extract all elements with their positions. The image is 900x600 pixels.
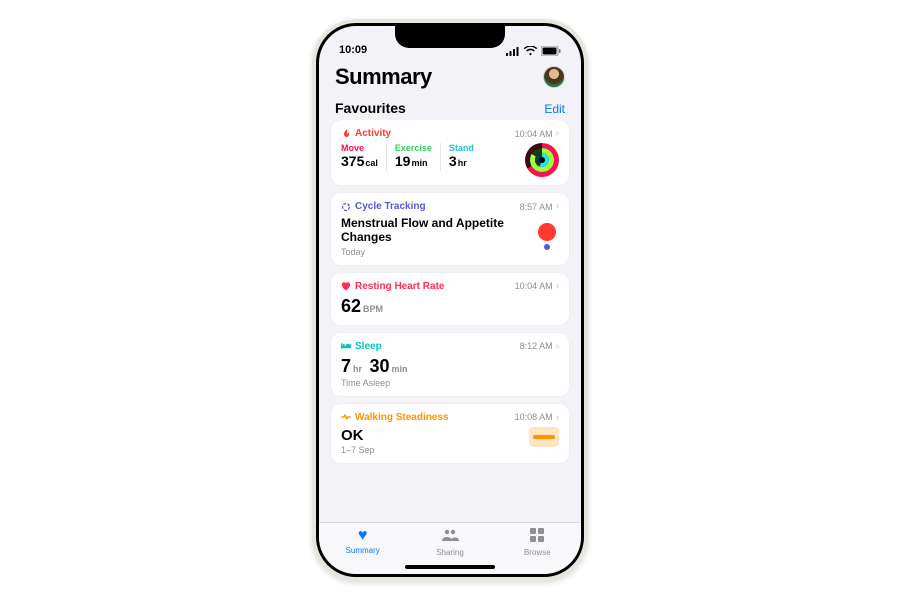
battery-icon (541, 46, 561, 56)
activity-card[interactable]: Activity 10:04 AM› Move 375cal Exercise (331, 120, 569, 185)
status-time: 10:09 (339, 44, 367, 56)
cycle-icon (341, 202, 351, 212)
bed-icon (341, 341, 351, 351)
chevron-right-icon: › (556, 201, 559, 212)
walk-time: 10:08 AM (515, 412, 553, 422)
exercise-label: Exercise (395, 143, 432, 153)
steadiness-icon (341, 412, 351, 422)
exercise-value: 19 (395, 153, 411, 169)
chevron-right-icon: › (556, 341, 559, 352)
tab-sharing[interactable]: Sharing (415, 528, 485, 557)
sleep-title: Sleep (341, 341, 382, 352)
heart-time: 10:04 AM (515, 281, 553, 291)
stand-value: 3 (449, 153, 457, 169)
cellular-signal-icon (506, 46, 520, 56)
sleep-card[interactable]: Sleep 8:12 AM› 7hr 30min Time Asleep (331, 333, 569, 396)
favourites-title: Favourites (335, 100, 406, 116)
walk-title: Walking Steadiness (341, 412, 449, 423)
cycle-visual-icon (536, 223, 559, 250)
move-value: 375 (341, 153, 364, 169)
cycle-tracking-card[interactable]: Cycle Tracking 8:57 AM› Menstrual Flow a… (331, 193, 569, 265)
page-title: Summary (335, 64, 432, 90)
resting-heart-rate-card[interactable]: Resting Heart Rate 10:04 AM› 62BPM (331, 273, 569, 325)
avatar[interactable] (543, 66, 565, 88)
cycle-headline: Menstrual Flow and Appetite Changes (341, 216, 536, 245)
sleep-time: 8:12 AM (520, 341, 553, 351)
walking-steadiness-card[interactable]: Walking Steadiness 10:08 AM› OK 1–7 Sep (331, 404, 569, 463)
steadiness-bar-icon (529, 427, 559, 447)
heart-value: 62 (341, 296, 361, 316)
wifi-icon (524, 46, 537, 56)
cycle-time: 8:57 AM (520, 202, 553, 212)
activity-time: 10:04 AM (515, 129, 553, 139)
sleep-minutes: 30 (369, 356, 389, 376)
tab-browse[interactable]: Browse (502, 528, 572, 557)
home-indicator[interactable] (405, 565, 495, 569)
notch (395, 26, 505, 48)
walk-sub: 1–7 Sep (341, 445, 375, 455)
phone-frame: 10:09 Summary (312, 19, 588, 581)
flame-icon (341, 129, 351, 139)
cycle-title: Cycle Tracking (341, 201, 426, 212)
activity-title: Activity (341, 128, 391, 139)
sleep-sub: Time Asleep (341, 378, 559, 388)
header: Summary (319, 58, 581, 94)
favourites-header: Favourites Edit (319, 94, 581, 120)
move-label: Move (341, 143, 378, 153)
stand-label: Stand (449, 143, 474, 153)
cards-scroll[interactable]: Activity 10:04 AM› Move 375cal Exercise (319, 120, 581, 522)
chevron-right-icon: › (556, 412, 559, 423)
heart-icon (341, 281, 351, 291)
sleep-hours: 7 (341, 356, 351, 376)
edit-button[interactable]: Edit (544, 102, 565, 116)
heart-title: Resting Heart Rate (341, 281, 444, 292)
cycle-sub: Today (341, 247, 536, 257)
people-icon (415, 528, 485, 546)
grid-icon (502, 528, 572, 546)
tab-summary[interactable]: ♥ Summary (328, 528, 398, 555)
activity-rings-icon (525, 143, 559, 177)
screen: 10:09 Summary (319, 26, 581, 574)
walk-value: OK (341, 427, 375, 444)
heart-fill-icon: ♥ (328, 528, 398, 544)
tab-bar: ♥ Summary Sharing Browse (319, 522, 581, 574)
chevron-right-icon: › (556, 128, 559, 139)
chevron-right-icon: › (556, 281, 559, 292)
